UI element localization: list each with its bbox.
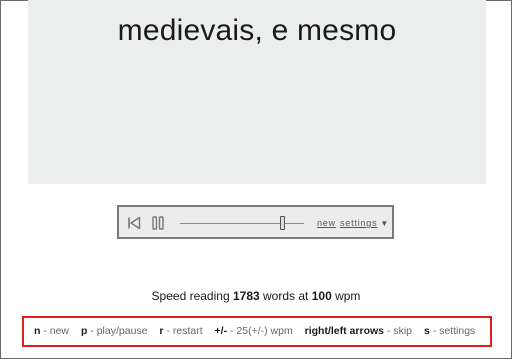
- shortcut-skip: right/left arrows - skip: [304, 325, 413, 337]
- stats-prefix: Speed reading: [151, 289, 230, 303]
- shortcut-restart: r - restart: [159, 325, 203, 337]
- stats-middle: words at: [263, 289, 309, 303]
- settings-dropdown[interactable]: settings ▼: [340, 218, 389, 228]
- shortcut-play-pause: p - play/pause: [80, 325, 148, 337]
- reader-display: medievais, e mesmo: [28, 0, 486, 184]
- shortcut-settings: s - settings: [423, 325, 476, 337]
- chevron-down-icon: ▼: [380, 219, 390, 228]
- keyboard-shortcuts: n - new p - play/pause r - restart +/- -…: [22, 316, 492, 347]
- new-link[interactable]: new: [317, 218, 336, 228]
- word-count: 1783: [232, 289, 260, 303]
- wpm-value: 100: [311, 289, 332, 303]
- skip-back-icon[interactable]: [127, 216, 141, 235]
- speed-slider-thumb[interactable]: [280, 216, 285, 230]
- reader-controls: new settings ▼: [117, 205, 394, 239]
- reading-stats: Speed reading 1783 words at 100 wpm: [0, 289, 512, 303]
- current-word: medievais, e mesmo: [117, 14, 397, 47]
- shortcut-new: n - new: [34, 325, 70, 337]
- speed-slider-track[interactable]: [180, 223, 304, 224]
- stats-suffix: wpm: [335, 289, 361, 303]
- shortcut-speed: +/- - 25(+/-) wpm: [214, 325, 293, 337]
- pause-icon[interactable]: [152, 216, 164, 235]
- settings-label: settings: [340, 218, 378, 228]
